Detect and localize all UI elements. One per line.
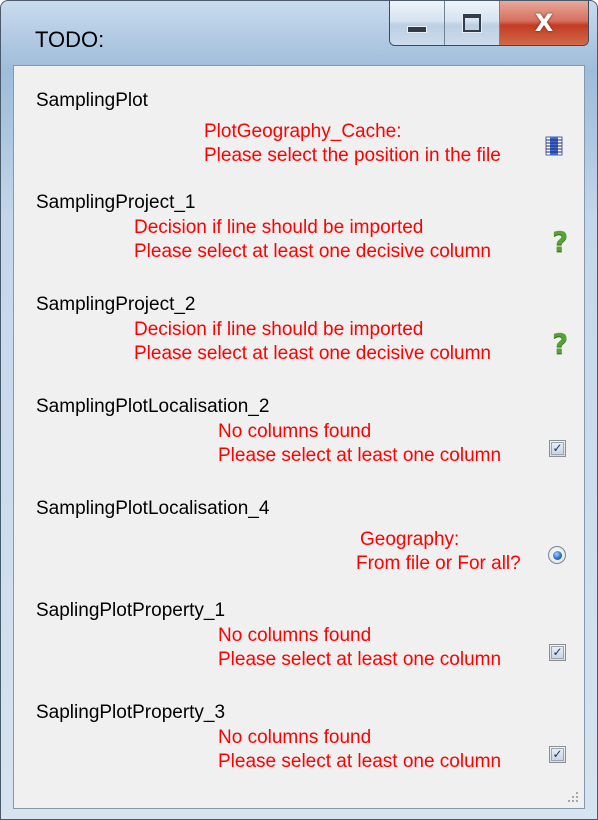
message-line: Decision if line should be imported (134, 319, 424, 340)
minimize-icon (407, 25, 427, 33)
item-message: PlotGeography_Cache: Please select the p… (204, 120, 501, 168)
checkmark-icon: ✓ (551, 645, 564, 659)
window-controls: X (389, 1, 589, 46)
item-message: Decision if line should be imported Plea… (134, 216, 491, 264)
resize-grip-icon[interactable] (566, 790, 580, 804)
column-position-icon[interactable] (544, 136, 564, 156)
message-line: Please select at least one decisive colu… (134, 241, 491, 262)
checkbox-icon[interactable]: ✓ (549, 746, 566, 763)
checkbox-icon[interactable]: ✓ (549, 644, 566, 661)
checkbox-icon[interactable]: ✓ (549, 440, 566, 457)
close-icon: X (534, 9, 554, 37)
message-line: Please select at least one column (218, 649, 502, 670)
message-line: No columns found (218, 727, 372, 748)
maximize-button[interactable] (445, 1, 500, 45)
close-button[interactable]: X (500, 1, 588, 45)
message-line: PlotGeography_Cache: (204, 121, 402, 142)
item-name: SamplingPlot (36, 90, 148, 111)
item-name: SaplingPlotProperty_3 (36, 702, 226, 723)
item-name: SamplingProject_1 (36, 192, 196, 213)
message-line: Geography: (360, 529, 460, 550)
radio-button-icon[interactable] (548, 546, 566, 564)
message-line: Please select at least one column (218, 445, 502, 466)
message-line: Please select at least one decisive colu… (134, 343, 491, 364)
minimize-button[interactable] (390, 1, 445, 45)
item-name: SamplingPlotLocalisation_4 (36, 498, 270, 519)
todo-list: SamplingPlot PlotGeography_Cache: Please… (13, 65, 585, 809)
item-message: No columns found Please select at least … (218, 726, 501, 774)
message-line: From file or For all? (356, 553, 521, 574)
question-icon[interactable]: ? (552, 330, 568, 358)
message-line: Please select at least one column (218, 751, 502, 772)
checkmark-icon: ✓ (551, 747, 564, 761)
message-line: No columns found (218, 421, 372, 442)
message-line: No columns found (218, 625, 372, 646)
question-icon[interactable]: ? (552, 228, 568, 256)
item-message: Decision if line should be imported Plea… (134, 318, 491, 366)
item-message: No columns found Please select at least … (218, 420, 501, 468)
item-name: SamplingPlotLocalisation_2 (36, 396, 270, 417)
message-line: Please select the position in the file (204, 145, 501, 166)
window-title: TODO: (35, 27, 105, 52)
item-message: Geography: From file or For all? (356, 528, 521, 576)
item-name: SaplingPlotProperty_1 (36, 600, 226, 621)
radio-dot (552, 550, 562, 560)
checkmark-icon: ✓ (551, 441, 564, 455)
item-message: No columns found Please select at least … (218, 624, 501, 672)
message-line: Decision if line should be imported (134, 217, 424, 238)
maximize-icon (463, 14, 481, 32)
item-name: SamplingProject_2 (36, 294, 196, 315)
todo-window: TODO: X SamplingPlot PlotGeography_Cache… (0, 0, 598, 820)
